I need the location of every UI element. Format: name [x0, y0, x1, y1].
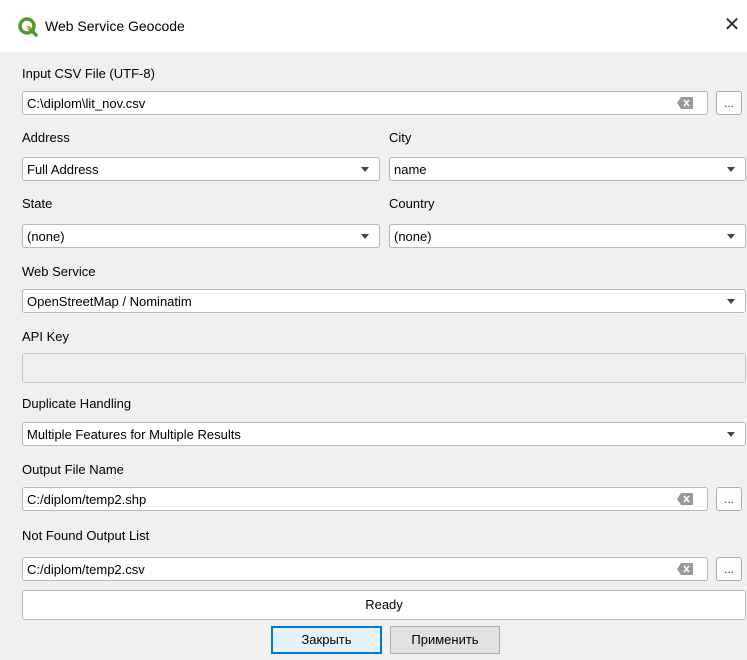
web-service-select[interactable]: OpenStreetMap / Nominatim	[22, 289, 746, 313]
input-csv-value: C:\diplom\lit_nov.csv	[27, 96, 146, 111]
clear-icon[interactable]	[677, 97, 693, 109]
window-title: Web Service Geocode	[45, 18, 185, 34]
qgis-logo-icon	[18, 17, 38, 37]
web-service-value: OpenStreetMap / Nominatim	[27, 294, 192, 309]
state-label: State	[22, 196, 53, 211]
duplicate-handling-value: Multiple Features for Multiple Results	[27, 427, 241, 442]
address-select[interactable]: Full Address	[22, 157, 380, 181]
apply-button[interactable]: Применить	[390, 626, 500, 654]
status-bar: Ready	[22, 590, 746, 620]
state-value: (none)	[27, 229, 65, 244]
close-button[interactable]: Закрыть	[271, 626, 382, 654]
input-csv-label: Input CSV File (UTF-8)	[22, 66, 155, 81]
clear-icon[interactable]	[677, 563, 693, 575]
state-select[interactable]: (none)	[22, 224, 380, 248]
clear-icon[interactable]	[677, 493, 693, 505]
address-value: Full Address	[27, 162, 99, 177]
not-found-label: Not Found Output List	[22, 528, 150, 543]
api-key-field[interactable]	[22, 353, 746, 383]
country-select[interactable]: (none)	[389, 224, 746, 248]
input-csv-field[interactable]: C:\diplom\lit_nov.csv	[22, 91, 708, 115]
output-file-field[interactable]: C:/diplom/temp2.shp	[22, 487, 708, 511]
duplicate-handling-select[interactable]: Multiple Features for Multiple Results	[22, 422, 746, 446]
web-service-label: Web Service	[22, 264, 96, 279]
output-file-browse-button[interactable]: ...	[716, 487, 742, 511]
chevron-down-icon	[361, 167, 369, 172]
country-value: (none)	[394, 229, 432, 244]
chevron-down-icon	[727, 299, 735, 304]
input-csv-browse-button[interactable]: ...	[716, 91, 742, 115]
city-label: City	[389, 130, 412, 145]
not-found-browse-button[interactable]: ...	[716, 557, 742, 581]
chevron-down-icon	[727, 234, 735, 239]
output-file-value: C:/diplom/temp2.shp	[27, 492, 147, 507]
city-value: name	[394, 162, 427, 177]
address-label: Address	[22, 130, 70, 145]
not-found-value: C:/diplom/temp2.csv	[27, 562, 145, 577]
title-bar: Web Service Geocode ✕	[0, 0, 747, 52]
not-found-field[interactable]: C:/diplom/temp2.csv	[22, 557, 708, 581]
api-key-label: API Key	[22, 329, 69, 344]
country-label: Country	[389, 196, 435, 211]
chevron-down-icon	[727, 432, 735, 437]
output-file-label: Output File Name	[22, 462, 124, 477]
chevron-down-icon	[361, 234, 369, 239]
duplicate-handling-label: Duplicate Handling	[22, 396, 132, 411]
close-icon[interactable]: ✕	[720, 13, 744, 37]
city-select[interactable]: name	[389, 157, 746, 181]
chevron-down-icon	[727, 167, 735, 172]
